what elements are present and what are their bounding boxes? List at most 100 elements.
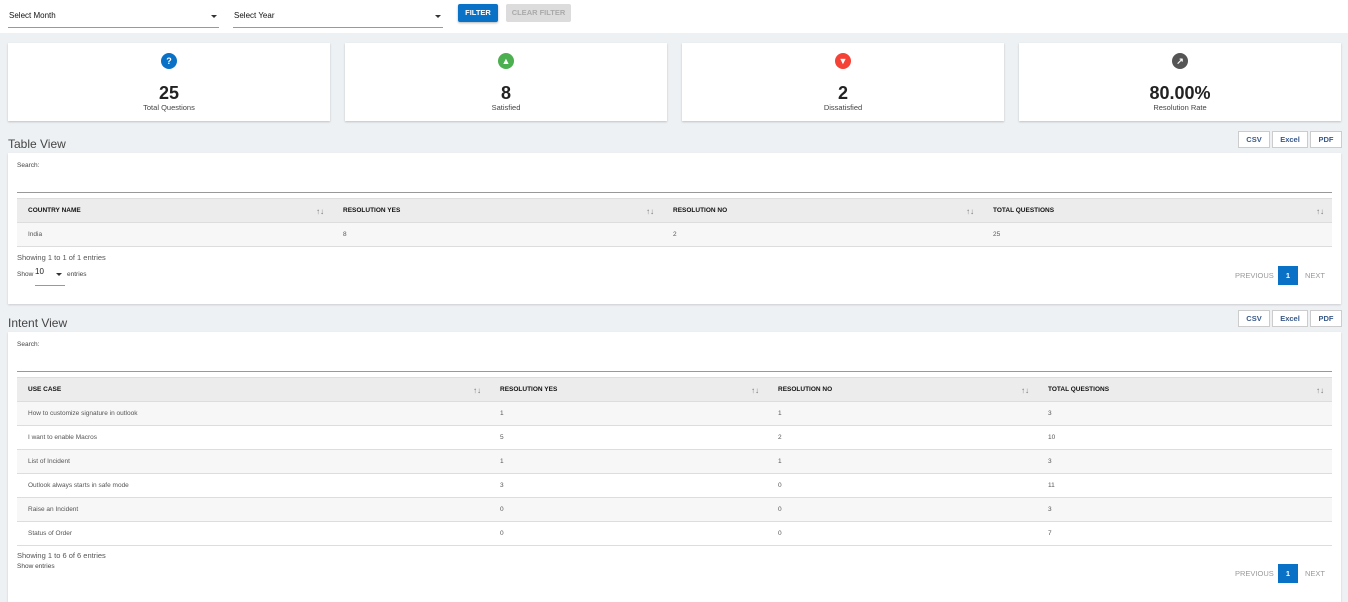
csv-button[interactable]: CSV [1238,131,1270,148]
cell: I want to enable Macros [17,425,489,450]
page-1-button[interactable]: 1 [1278,266,1298,285]
month-select[interactable]: Select Month [8,4,219,28]
cell: 8 [332,222,662,247]
column-header-resolution-yes[interactable]: RESOLUTION YES ↑↓ [489,377,767,402]
filter-bar: Select Month Select Year FILTER CLEAR FI… [0,0,1348,33]
next-button[interactable]: NEXT [1305,569,1325,578]
table-row: I want to enable Macros 5 2 10 [17,425,1332,450]
column-header-resolution-no[interactable]: RESOLUTION NO ↑↓ [662,198,982,223]
pdf-button[interactable]: PDF [1310,310,1342,327]
sort-icon[interactable]: ↑↓ [646,207,654,216]
cell: 0 [489,521,767,546]
csv-button[interactable]: CSV [1238,310,1270,327]
column-header-total-questions[interactable]: TOTAL QUESTIONS ↑↓ [982,198,1332,223]
table-row: Outlook always starts in safe mode 3 0 11 [17,473,1332,498]
thumbs-up-icon: ▲ [498,53,514,69]
previous-button[interactable]: PREVIOUS [1235,271,1274,280]
cell: India [17,222,332,247]
cell: 5 [489,425,767,450]
column-header-country-name[interactable]: COUNTRY NAME ↑↓ [17,198,332,223]
sort-icon[interactable]: ↑↓ [473,386,481,395]
entries-label: entries [67,271,87,278]
filter-button[interactable]: FILTER [458,4,498,22]
cell: Status of Order [17,521,489,546]
cell: 10 [1037,425,1332,450]
card-resolution-rate: ↗ 80.00% Resolution Rate [1019,43,1341,121]
excel-button[interactable]: Excel [1272,310,1308,327]
table-info: Showing 1 to 1 of 1 entries [17,253,106,262]
next-button[interactable]: NEXT [1305,271,1325,280]
card-dissatisfied: ▼ 2 Dissatisfied [682,43,1004,121]
sort-icon[interactable]: ↑↓ [1316,386,1324,395]
sort-icon[interactable]: ↑↓ [1021,386,1029,395]
page-size-select[interactable]: 10 [35,267,65,286]
question-icon: ? [161,53,177,69]
cell: 0 [767,473,1037,498]
cell: 1 [767,401,1037,426]
search-label: Search: [17,341,40,348]
intent-view-title: Intent View [8,316,68,330]
table-row: How to customize signature in outlook 1 1 3 [17,401,1332,426]
table-view-panel: Search: COUNTRY NAME ↑↓ RESOLUTION YES ↑↓ … [8,153,1341,304]
previous-button[interactable]: PREVIOUS [1235,569,1274,578]
cell: 0 [767,497,1037,522]
cell: 7 [1037,521,1332,546]
table-row: List of Incident 1 1 3 [17,449,1332,474]
cell: 0 [767,521,1037,546]
cell: 3 [1037,449,1332,474]
search-input[interactable] [17,171,1332,193]
card-value: 2 [837,83,848,103]
clear-filter-button[interactable]: CLEAR FILTER [506,4,571,22]
table-info: Showing 1 to 6 of 6 entries [17,551,106,560]
cell: How to customize signature in outlook [17,401,489,426]
cell: 1 [489,401,767,426]
card-value: 80.00% [1149,83,1211,103]
card-total-questions: ? 25 Total Questions [8,43,330,121]
cell: 3 [489,473,767,498]
excel-button[interactable]: Excel [1272,131,1308,148]
cell: List of Incident [17,449,489,474]
trending-up-icon: ↗ [1172,53,1188,69]
cell: 11 [1037,473,1332,498]
table-row: India 8 2 25 [17,222,1332,247]
card-value: 25 [158,83,180,103]
card-label: Total Questions [143,103,195,112]
card-label: Dissatisfied [823,103,863,112]
cell: Raise an Incident [17,497,489,522]
search-input[interactable] [17,350,1332,372]
intent-table: USE CASE ↑↓ RESOLUTION YES ↑↓ RESOLUTION N… [17,377,1332,546]
sort-icon[interactable]: ↑↓ [1316,207,1324,216]
year-select[interactable]: Select Year [233,4,443,28]
sort-icon[interactable]: ↑↓ [966,207,974,216]
column-header-resolution-no[interactable]: RESOLUTION NO ↑↓ [767,377,1037,402]
chevron-down-icon [56,273,62,276]
cell: 25 [982,222,1332,247]
pdf-button[interactable]: PDF [1310,131,1342,148]
card-value: 8 [500,83,511,103]
show-entries-label: Show entries [17,563,55,570]
column-header-total-questions[interactable]: TOTAL QUESTIONS ↑↓ [1037,377,1332,402]
page-1-button[interactable]: 1 [1278,564,1298,583]
cell: 3 [1037,401,1332,426]
cell: 1 [767,449,1037,474]
column-header-resolution-yes[interactable]: RESOLUTION YES ↑↓ [332,198,662,223]
intent-view-panel: Search: USE CASE ↑↓ RESOLUTION YES ↑↓ RESO… [8,332,1341,602]
table-row: Status of Order 0 0 7 [17,521,1332,546]
country-table: COUNTRY NAME ↑↓ RESOLUTION YES ↑↓ RESOLUTI… [17,198,1332,247]
table-row: Raise an Incident 0 0 3 [17,497,1332,522]
search-label: Search: [17,162,40,169]
table-view-title: Table View [8,137,66,151]
sort-icon[interactable]: ↑↓ [751,386,759,395]
cell: Outlook always starts in safe mode [17,473,489,498]
year-select-label: Select Year [234,11,275,20]
thumbs-down-icon: ▼ [835,53,851,69]
sort-icon[interactable]: ↑↓ [316,207,324,216]
cell: 0 [489,497,767,522]
show-label: Show [17,271,34,278]
chevron-down-icon [435,15,441,18]
column-header-use-case[interactable]: USE CASE ↑↓ [17,377,489,402]
cell: 2 [662,222,982,247]
cell: 2 [767,425,1037,450]
card-label: Satisfied [491,103,521,112]
card-label: Resolution Rate [1153,103,1207,112]
